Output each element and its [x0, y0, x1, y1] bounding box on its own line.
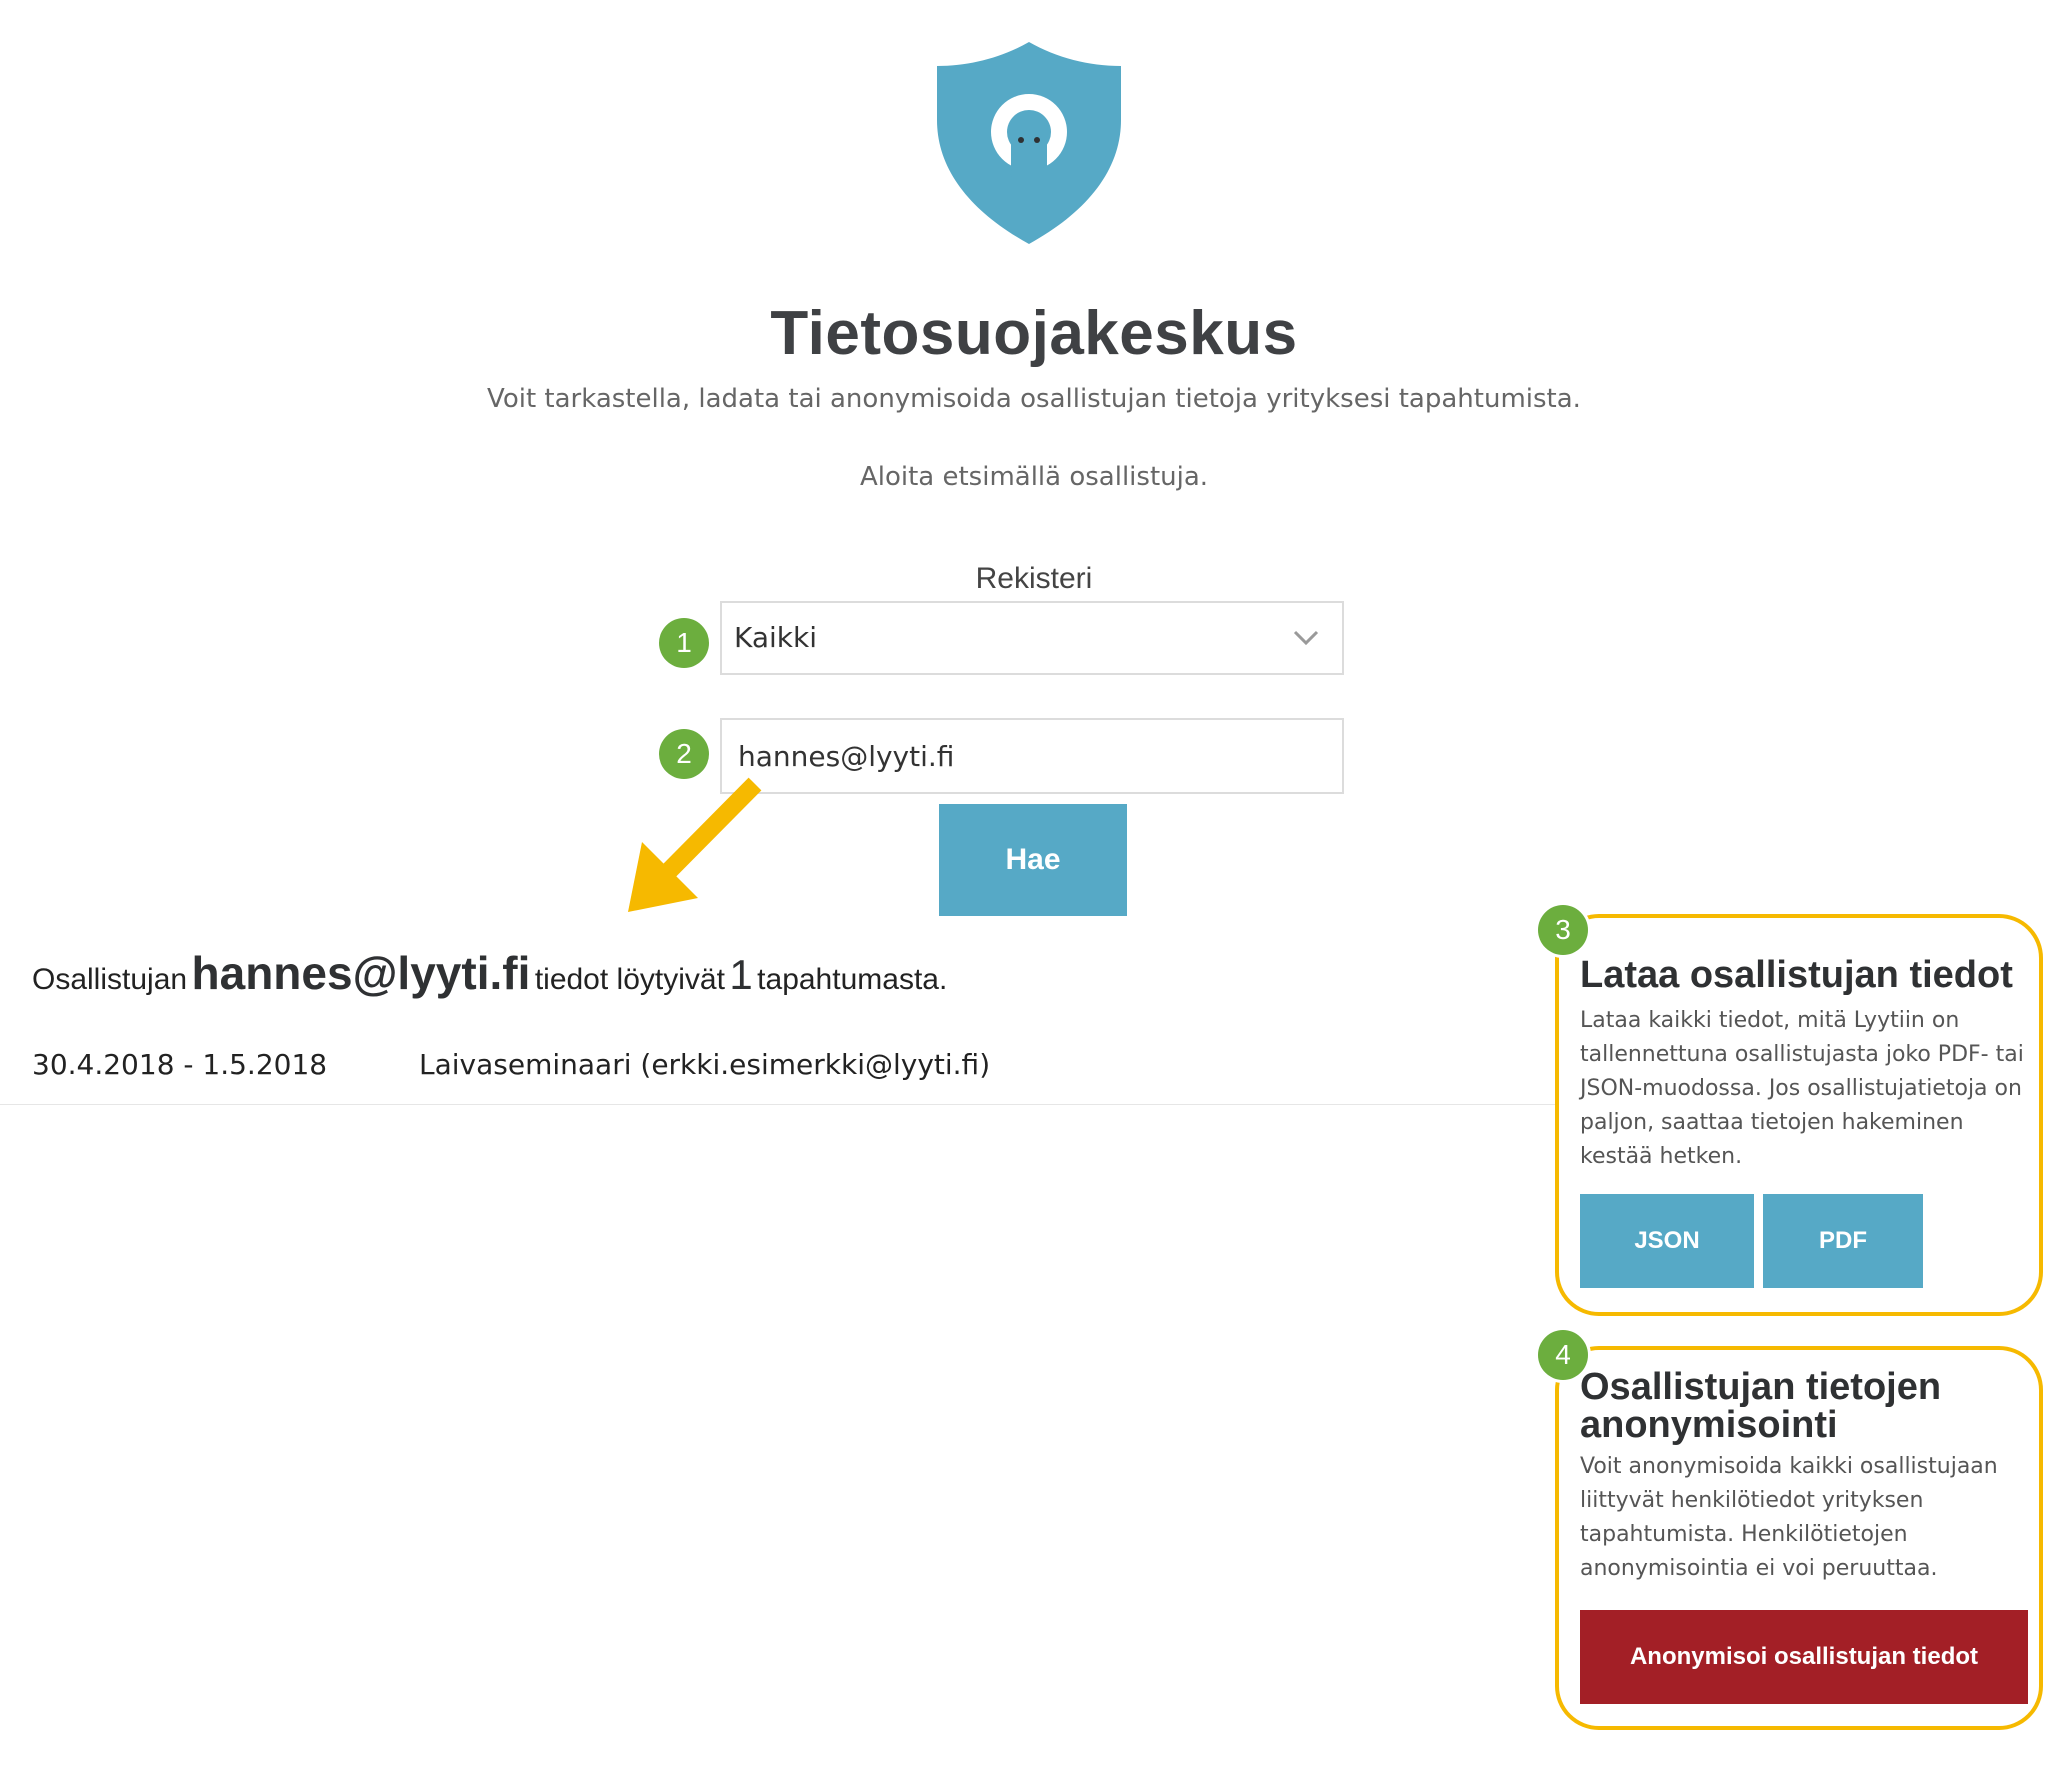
step-badge-3: 3 — [1538, 905, 1588, 955]
step-badge-1: 1 — [659, 618, 709, 668]
result-count: 1 — [729, 951, 753, 998]
anonymize-panel-title: Osallistujan tietojen anonymisointi — [1580, 1366, 1942, 1446]
chevron-down-icon — [1293, 630, 1319, 646]
pdf-download-button[interactable]: PDF — [1763, 1194, 1923, 1288]
register-label: Rekisteri — [975, 562, 1093, 595]
result-suffix: tapahtumasta. — [757, 963, 948, 996]
download-panel-text: Lataa kaikki tiedot, mitä Lyytiin on tal… — [1580, 1008, 2024, 1169]
arrow-icon — [628, 777, 762, 912]
event-dates: 30.4.2018 - 1.5.2018 — [32, 1048, 328, 1081]
page-title: Tietosuojakeskus — [770, 299, 1298, 368]
register-select[interactable]: Kaikki — [720, 601, 1344, 675]
email-input[interactable] — [720, 718, 1344, 794]
result-middle: tiedot löytyivät — [534, 963, 725, 996]
json-download-button[interactable]: JSON — [1580, 1194, 1754, 1288]
download-panel-title: Lataa osallistujan tiedot — [1580, 954, 2013, 996]
result-summary: Osallistujan hannes@lyyti.fi tiedot löyt… — [32, 946, 947, 1000]
page-subtitle: Voit tarkastella, ladata tai anonymisoid… — [487, 384, 1581, 414]
result-email: hannes@lyyti.fi — [191, 947, 531, 999]
event-row[interactable]: 30.4.2018 - 1.5.2018 Laivaseminaari (erk… — [0, 1048, 1556, 1105]
anonymize-button[interactable]: Anonymisoi osallistujan tiedot — [1580, 1610, 2028, 1704]
register-select-value: Kaikki — [734, 621, 818, 654]
shield-logo-icon — [937, 42, 1121, 244]
result-prefix: Osallistujan — [32, 963, 188, 996]
anonymize-panel-text: Voit anonymisoida kaikki osallistujaan l… — [1580, 1454, 1998, 1581]
event-name: Laivaseminaari (erkki.esimerkki@lyyti.fi… — [419, 1048, 991, 1081]
page-hint: Aloita etsimällä osallistuja. — [859, 462, 1209, 492]
search-button[interactable]: Hae — [939, 804, 1127, 916]
